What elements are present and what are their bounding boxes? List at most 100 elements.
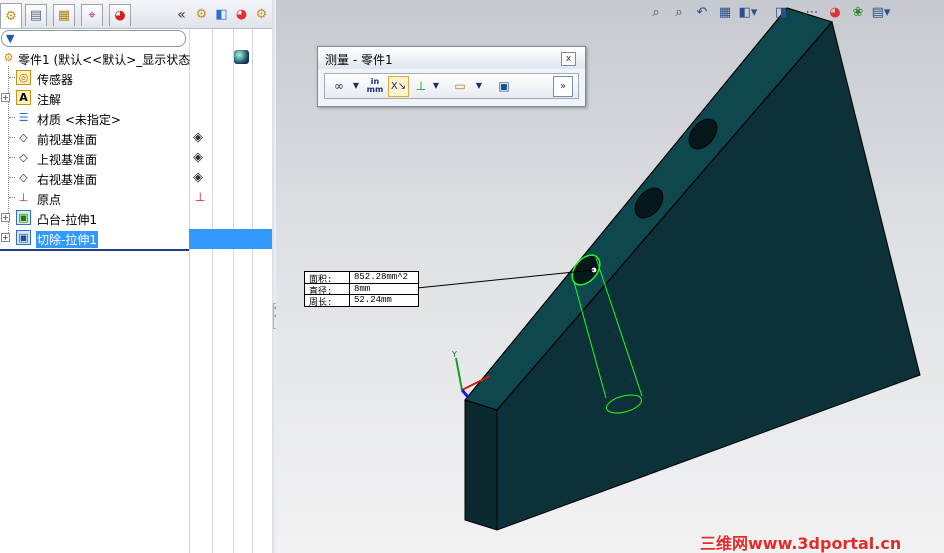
material-icon: ☰ (18, 111, 29, 124)
previous-view-icon[interactable]: ↶ (692, 3, 712, 21)
measure-dialog-titlebar[interactable]: 测量 - 零件1 x (318, 47, 585, 69)
expand-icon[interactable]: + (1, 93, 10, 102)
tree-item-boss-extrude[interactable]: + ▣ 凸台-拉伸1 (0, 208, 190, 228)
tree-filter-row: ▼ (0, 29, 272, 47)
measure-dialog: 测量 - 零件1 x ∞ ▼ in mm X↘ ⊥ ▼ ▭ ▼ ▣ » (317, 46, 586, 107)
appearance-icon[interactable]: ◕ (233, 6, 250, 23)
units-label-mm: mm (366, 84, 384, 94)
column-divider (212, 29, 213, 553)
watermark: 三维网www.3dportal.cn (700, 534, 902, 553)
measure-result-callout: 面积: 852.28mm^2 直径: 8mm 周长: 52.24mm (304, 271, 419, 308)
result-row: 面积: 852.28mm^2 (305, 272, 418, 285)
tree-item-label-selected: 切除-拉伸1 (36, 231, 98, 248)
tree-item-label: 原点 (37, 193, 62, 207)
heads-up-view-toolbar: ⌕ ⌕ ↶ ▦ ◧▾ ◨ ⋯ ◕ ❀ ▤▾ (646, 2, 891, 22)
plane-icon: ◇ (19, 131, 28, 144)
expand-dialog-button[interactable]: » (553, 76, 573, 97)
view-settings-icon[interactable]: ▤▾ (871, 3, 891, 21)
tree-root-label: 零件1 (默认<<默认>_显示状态 (18, 53, 191, 67)
measure-dialog-title: 测量 - 零件1 (325, 53, 393, 67)
dropdown-arrow-icon[interactable]: ▼ (474, 76, 484, 95)
units-precision-button[interactable]: in mm (365, 76, 385, 95)
display-manager-tab[interactable]: ◕ (109, 4, 131, 26)
section-view-icon[interactable]: ▦ (715, 3, 735, 21)
show-xyz-measurements-icon[interactable]: X↘ (388, 76, 409, 97)
feature-manager-panel: ⚙ ▤ ▦ ⌖ ◕ « ⚙ ◧ ◕ ⚙ ▼ ⚙ 零件1 (默认<<默认>_显示状… (0, 0, 273, 553)
tree-item-annotations[interactable]: + A 注解 (0, 88, 190, 108)
column-divider (233, 29, 234, 553)
result-value: 852.28mm^2 (349, 272, 417, 283)
measure-toolbar: ∞ ▼ in mm X↘ ⊥ ▼ ▭ ▼ ▣ » (324, 73, 579, 99)
tree-item-cut-extrude[interactable]: + ▣ 切除-拉伸1 (0, 228, 190, 248)
tree-item-label: 注解 (37, 93, 62, 107)
plane-icon: ◇ (19, 171, 28, 184)
tree-filter-input[interactable]: ▼ (1, 30, 186, 47)
tree-root-part[interactable]: ⚙ 零件1 (默认<<默认>_显示状态 (0, 48, 191, 68)
appearance-swatch[interactable] (234, 50, 249, 64)
scene-icon[interactable]: ⚙ (253, 6, 270, 23)
zoom-to-fit-icon[interactable]: ⌕ (646, 3, 666, 21)
featuremanager-tab-icon: ⚙ (5, 8, 17, 24)
result-value: 52.24mm (349, 295, 417, 306)
plane-visibility-icon[interactable]: ◈ (193, 130, 203, 145)
tree-item-label: 上视基准面 (37, 153, 98, 167)
display-manager-tab-icon: ◕ (114, 8, 126, 23)
tree-item-label: 右视基准面 (37, 173, 98, 187)
expand-icon[interactable]: + (1, 233, 10, 242)
tree-item-label: 前视基准面 (37, 133, 98, 147)
extrude-boss-icon: ▣ (16, 210, 31, 225)
dimxpert-tab-icon: ⌖ (88, 8, 96, 23)
block-side-face (464, 399, 498, 531)
origin-visibility-icon[interactable]: ⊥ (195, 190, 205, 204)
view-orientation-icon[interactable]: ◧▾ (738, 3, 758, 21)
measurement-history-icon[interactable]: ▭ (451, 76, 469, 95)
featuremanager-tab[interactable]: ⚙ (0, 3, 22, 28)
part-icon: ⚙ (3, 51, 14, 64)
tree-item-label: 传感器 (37, 73, 74, 87)
origin-icon: ⊥ (18, 191, 29, 204)
rollback-bar[interactable] (0, 249, 189, 251)
result-row: 周长: 52.24mm (305, 294, 418, 308)
zoom-to-area-icon[interactable]: ⌕ (669, 3, 689, 21)
plane-visibility-icon[interactable]: ◈ (193, 170, 203, 185)
plane-visibility-icon[interactable]: ◈ (193, 150, 203, 165)
triad-z-axis (460, 389, 470, 398)
tree-item-front-plane[interactable]: ◇ 前视基准面 (0, 128, 190, 148)
tree-item-right-plane[interactable]: ◇ 右视基准面 (0, 168, 190, 188)
configurationmanager-tab-icon: ▦ (57, 8, 71, 23)
hide-show-items-icon[interactable]: ⋯ (802, 3, 822, 21)
tree-item-label: 凸台-拉伸1 (37, 213, 97, 227)
propertymanager-tab-icon: ▤ (29, 8, 43, 23)
dropdown-arrow-icon[interactable]: ▼ (351, 76, 361, 95)
point-to-point-icon[interactable]: ⊥ (412, 76, 430, 95)
close-button[interactable]: x (561, 52, 576, 66)
apply-scene-icon[interactable]: ❀ (848, 3, 868, 21)
tree-item-sensors[interactable]: ◎ 传感器 (0, 68, 190, 88)
configurationmanager-tab[interactable]: ▦ (53, 4, 75, 26)
annotation-icon: A (16, 90, 31, 105)
tree-item-origin[interactable]: ⊥ 原点 (0, 188, 190, 208)
tree-item-label: 材质 <未指定> (37, 113, 121, 127)
manager-tab-bar: ⚙ ▤ ▦ ⌖ ◕ « ⚙ ◧ ◕ ⚙ (0, 0, 272, 29)
hide-show-items-icon[interactable]: ⚙ (193, 6, 210, 23)
triad-y-axis (455, 357, 463, 391)
display-style-icon[interactable]: ◨ (771, 3, 791, 21)
triad-y-label: Y (451, 350, 457, 359)
arc-circle-measurements-icon[interactable]: ∞ (328, 76, 350, 95)
tree-item-material[interactable]: ☰ 材质 <未指定> (0, 108, 190, 128)
dimxpert-tab[interactable]: ⌖ (81, 4, 103, 26)
dropdown-arrow-icon[interactable]: ▼ (431, 76, 441, 95)
column-divider (252, 29, 253, 553)
extrude-cut-icon: ▣ (16, 230, 31, 245)
expand-icon[interactable]: + (1, 213, 10, 222)
selected-row-highlight (189, 229, 272, 249)
filter-icon: ▼ (6, 32, 15, 45)
collapse-panel-button[interactable]: « (173, 6, 190, 23)
tree-item-top-plane[interactable]: ◇ 上视基准面 (0, 148, 190, 168)
edit-appearance-icon[interactable]: ◕ (825, 3, 845, 21)
sensor-icon: ◎ (16, 70, 31, 85)
plane-icon: ◇ (19, 151, 28, 164)
view-orientation-icon[interactable]: ◧ (213, 6, 230, 23)
create-sensor-icon[interactable]: ▣ (495, 76, 513, 95)
propertymanager-tab[interactable]: ▤ (25, 4, 47, 26)
